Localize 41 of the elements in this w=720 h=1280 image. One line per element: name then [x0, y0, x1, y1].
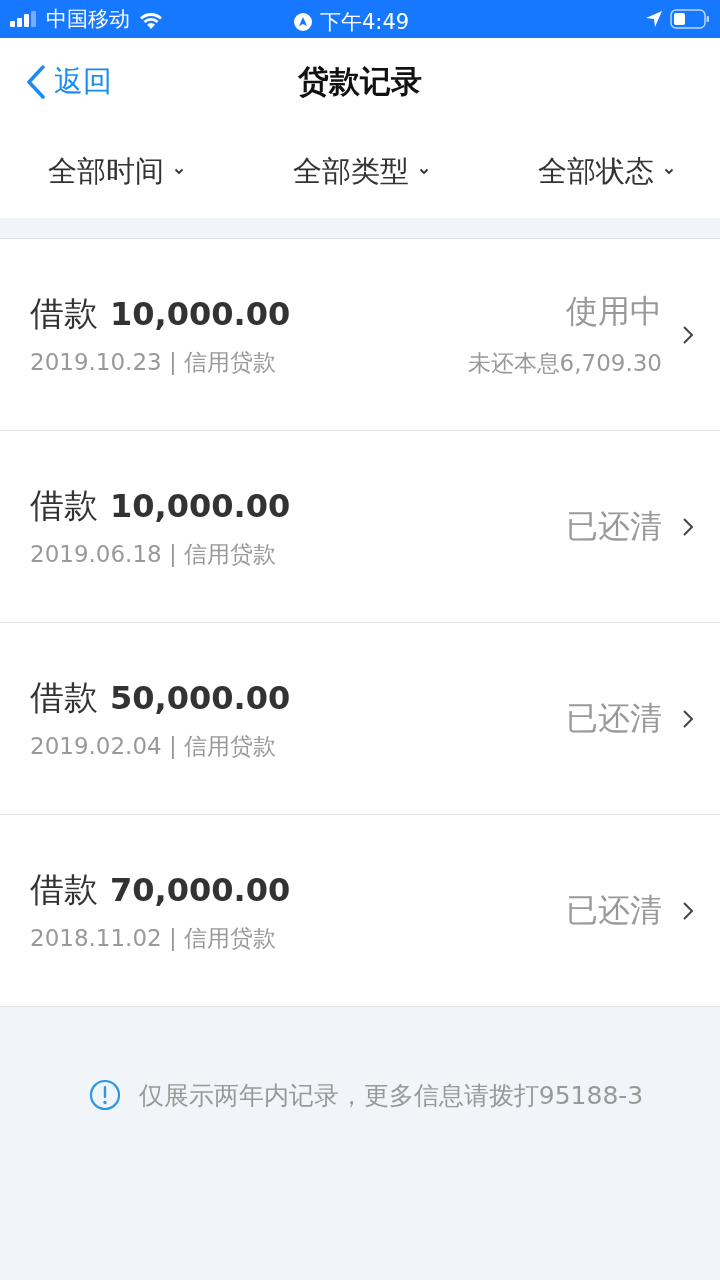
location-icon: [646, 11, 662, 27]
record-title: 借款: [30, 292, 98, 335]
chevron-right-icon: [682, 900, 694, 921]
record-date-type: 2019.10.23 | 信用贷款: [30, 348, 278, 377]
loan-status: 使用中: [566, 291, 662, 332]
loan-record[interactable]: 借款 10,000.00 2019.10.23 | 信用贷款 使用中 未还本息6,709.30: [0, 239, 720, 431]
loan-status: 已还清: [566, 889, 662, 931]
record-date-type: 2019.02.04 | 信用贷款: [30, 732, 278, 761]
navigation-icon: [294, 13, 312, 31]
loan-amount: 10,000.00: [110, 487, 291, 525]
caret-icon: [419, 168, 429, 175]
info-icon: [89, 1079, 121, 1111]
page-title: 贷款记录: [298, 61, 422, 101]
record-title: 借款: [30, 676, 98, 719]
carrier-name: 中国移动: [46, 6, 130, 33]
loan-amount: 10,000.00: [110, 295, 291, 333]
record-title: 借款: [30, 868, 98, 911]
status-time: 下午4:49: [320, 9, 410, 36]
caret-icon: [664, 168, 674, 175]
chevron-right-icon: [682, 516, 694, 537]
loan-amount: 70,000.00: [110, 871, 291, 909]
remaining-balance: 未还本息6,709.30: [467, 349, 662, 378]
loan-amount: 50,000.00: [110, 679, 291, 717]
caret-icon: [174, 168, 184, 175]
loan-record[interactable]: 借款 70,000.00 2018.11.02 | 信用贷款 已还清: [0, 815, 720, 1007]
loan-record[interactable]: 借款 50,000.00 2019.02.04 | 信用贷款 已还清: [0, 623, 720, 815]
loan-status: 已还清: [566, 505, 662, 547]
filter-dropdown[interactable]: 全部时间: [48, 151, 184, 192]
loan-status: 已还清: [566, 697, 662, 739]
loan-record[interactable]: 借款 10,000.00 2019.06.18 | 信用贷款 已还清: [0, 431, 720, 623]
notice-text: 仅展示两年内记录，更多信息请拨打95188-3: [137, 1080, 645, 1112]
record-title: 借款: [30, 484, 98, 527]
signal-icon: [10, 11, 38, 27]
filter-dropdown[interactable]: 全部状态: [538, 151, 674, 192]
chevron-right-icon: [682, 324, 694, 345]
record-date-type: 2018.11.02 | 信用贷款: [30, 924, 278, 953]
chevron-right-icon: [682, 708, 694, 729]
record-date-type: 2019.06.18 | 信用贷款: [30, 540, 278, 569]
battery-icon: [670, 9, 710, 29]
back-chevron-icon: [26, 65, 46, 99]
filter-dropdown[interactable]: 全部类型: [293, 151, 429, 192]
